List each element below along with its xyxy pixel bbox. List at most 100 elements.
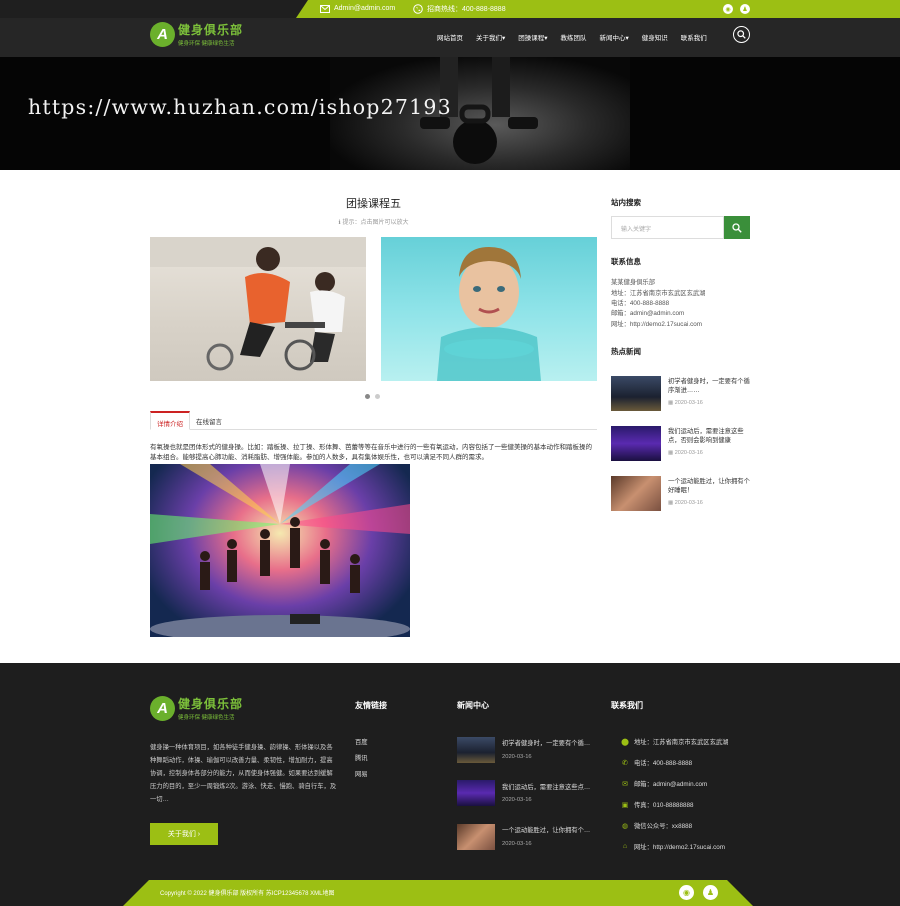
nav-item-courses[interactable]: 团操课程▾ [518, 32, 547, 42]
topbar-email[interactable]: Admin@admin.com [320, 4, 395, 13]
phone-icon [413, 4, 423, 14]
topbar-hotline: 招商热线：400-888-8888 [413, 4, 506, 14]
nav-item-news[interactable]: 新闻中心▾ [600, 32, 629, 42]
contact-email: 邮箱：admin@admin.com [611, 310, 685, 317]
footer-contact-heading: 联系我们 [611, 701, 643, 710]
topbar-email-text: Admin@admin.com [334, 5, 396, 12]
phone-icon: ✆ [622, 759, 628, 767]
contact-phone: 电话：400-888-8888 [611, 300, 670, 307]
page-banner: https://www.huzhan.com/ishop27193 [0, 57, 900, 170]
carousel-dots [365, 394, 380, 399]
footer-contact-text: 电话：400-888-8888 [634, 760, 693, 767]
nav-item-coaches[interactable]: 教练团队 [561, 32, 587, 42]
hot-news-title[interactable]: 初学者健身时，一定要有个循序渐进…… [668, 377, 750, 395]
footer-logo[interactable]: A 健身俱乐部 健身环保 健康绿色生活 [150, 695, 243, 721]
footer-contact-text: 邮箱：admin@admin.com [634, 781, 708, 788]
wechat-icon: ◍ [621, 822, 629, 830]
nav-item-home[interactable]: 网站首页 [437, 32, 463, 42]
footer-news-date: 2020-03-16 [502, 841, 532, 847]
search-icon [737, 30, 746, 39]
contact-company: 某某健身俱乐部 [611, 279, 656, 286]
footer-contact-text: 微信公众号：xx8888 [634, 823, 693, 830]
home-icon: ⌂ [622, 843, 628, 850]
footer-news-heading: 新闻中心 [457, 701, 489, 710]
hot-news-thumb[interactable] [611, 426, 661, 461]
sidebar-search-button[interactable] [724, 216, 750, 239]
main-nav: 网站首页 关于我们▾ 团操课程▾ 教练团队 新闻中心▾ 健身知识 联系我们 [437, 32, 720, 42]
about-us-button-label: 关于我们 [167, 831, 196, 838]
search-heading: 站内搜索 [611, 198, 641, 207]
hot-news-date-text: 2020-03-16 [674, 500, 703, 506]
hot-news-title[interactable]: 一个运动能胜过，让你拥有个好睡眠！ [668, 477, 750, 495]
contact-heading: 联系信息 [611, 257, 641, 266]
about-us-button[interactable]: 关于我们 › [150, 823, 218, 845]
hot-news-heading: 热点新闻 [611, 347, 641, 356]
hot-news-thumb[interactable] [611, 376, 661, 411]
footer-link[interactable]: 腾讯 [355, 753, 368, 762]
nav-item-about[interactable]: 关于我们▾ [476, 32, 505, 42]
copyright-text: Copyright © 2022 健身俱乐部 版权所有 苏ICP12345678… [160, 891, 335, 897]
search-icon [732, 222, 742, 233]
footer-contact-phone: ✆ 电话：400-888-8888 [620, 758, 693, 768]
footer-news-thumb[interactable] [457, 780, 495, 806]
page-title: 团操课程五 [346, 198, 401, 210]
fax-icon: ▣ [621, 801, 629, 809]
mail-icon [320, 4, 330, 13]
course-photo-cycling[interactable] [150, 237, 366, 381]
footer-contact-website: ⌂ 网址：http://demo2.17sucai.com [620, 842, 725, 851]
sidebar-search-input[interactable]: 输入关键字 [611, 216, 724, 239]
footer-news-title[interactable]: 一个运动能胜过，让你拥有个… [502, 825, 597, 834]
hot-news-date: ▦ 2020-03-16 [668, 450, 703, 456]
banner-watermark: https://www.huzhan.com/ishop27193 [28, 95, 452, 119]
tab-details[interactable]: 详情介绍 [150, 411, 190, 430]
footer-contact-text: 传真：010-88888888 [634, 802, 694, 809]
footer-link[interactable]: 百度 [355, 737, 368, 746]
footer-news-thumb[interactable] [457, 824, 495, 850]
header-search-button[interactable] [733, 26, 750, 43]
footer-contact-text: 网址：http://demo2.17sucai.com [634, 844, 725, 851]
footer-link[interactable]: 网易 [355, 769, 368, 778]
weibo-icon[interactable]: ◉ [679, 885, 694, 900]
contact-website: 网址：http://demo2.17sucai.com [611, 321, 702, 328]
footer-contact-address: ⬤ 地址：江苏省南京市玄武区玄武湖 [620, 737, 729, 747]
logo-mark: A [150, 21, 175, 47]
hot-news-date-text: 2020-03-16 [674, 450, 703, 456]
location-icon: ⬤ [621, 738, 629, 746]
hot-news-date-text: 2020-03-16 [674, 400, 703, 406]
qq-icon[interactable]: ♟ [703, 885, 718, 900]
footer-contact-wechat: ◍ 微信公众号：xx8888 [620, 821, 693, 831]
nav-item-knowledge[interactable]: 健身知识 [642, 32, 668, 42]
footer-contact-text: 地址：江苏省南京市玄武区玄武湖 [634, 739, 729, 746]
footer-news-title[interactable]: 我们运动后，需要注意这些点… [502, 782, 597, 791]
detail-tabs: 详情介绍 在线留言 [150, 411, 597, 430]
topbar-hotline-text: 招商热线：400-888-8888 [427, 6, 506, 13]
footer-links-heading: 友情链接 [355, 701, 387, 710]
site-logo[interactable]: A 健身俱乐部 健身环保 健康绿色生活 [150, 21, 243, 47]
site-footer [0, 663, 900, 906]
qq-icon[interactable]: ♟ [740, 4, 750, 14]
hot-news-thumb[interactable] [611, 476, 661, 511]
zoom-hint: ℹ 提示：点击图片可以放大 [150, 217, 597, 226]
weibo-icon[interactable]: ◉ [723, 4, 733, 14]
carousel-dot[interactable] [365, 394, 370, 399]
carousel-dot[interactable] [375, 394, 380, 399]
zoom-hint-text: 提示：点击图片可以放大 [342, 220, 409, 226]
tab-online-message[interactable]: 在线留言 [190, 411, 228, 430]
nav-item-contact[interactable]: 联系我们 [681, 32, 707, 42]
footer-logo-title: 健身俱乐部 [178, 697, 244, 711]
footer-logo-tagline: 健身环保 健康绿色生活 [178, 715, 235, 721]
logo-tagline: 健身环保 健康绿色生活 [178, 41, 235, 47]
footer-news-date: 2020-03-16 [502, 797, 532, 803]
hot-news-title[interactable]: 我们运动后，需要注意这些点，否则会影响到健康 [668, 427, 750, 445]
site-header: A 健身俱乐部 健身环保 健康绿色生活 网站首页 关于我们▾ 团操课程▾ 教练团… [0, 18, 900, 57]
logo-title: 健身俱乐部 [178, 23, 244, 37]
course-photo-aerobics[interactable] [150, 464, 410, 637]
course-description: 有氧操也就是团体形式的健身操。比如：踏板操、拉丁操、形体舞、芭蕾等等在音乐中进行… [150, 444, 592, 461]
footer-news-thumb[interactable] [457, 737, 495, 763]
footer-news-title[interactable]: 初学者健身时，一定要有个循… [502, 738, 597, 747]
footer-contact-fax: ▣ 传真：010-88888888 [620, 800, 694, 810]
hot-news-date: ▦ 2020-03-16 [668, 400, 703, 406]
contact-address: 地址：江苏省南京市玄武区玄武湖 [611, 290, 706, 297]
course-photo-swimming[interactable] [381, 237, 597, 381]
footer-about-text: 健身操一种体育项目，如各种徒手健身操、韵律操、形体操以及各种舞蹈动作，体操、瑜伽… [150, 744, 337, 803]
